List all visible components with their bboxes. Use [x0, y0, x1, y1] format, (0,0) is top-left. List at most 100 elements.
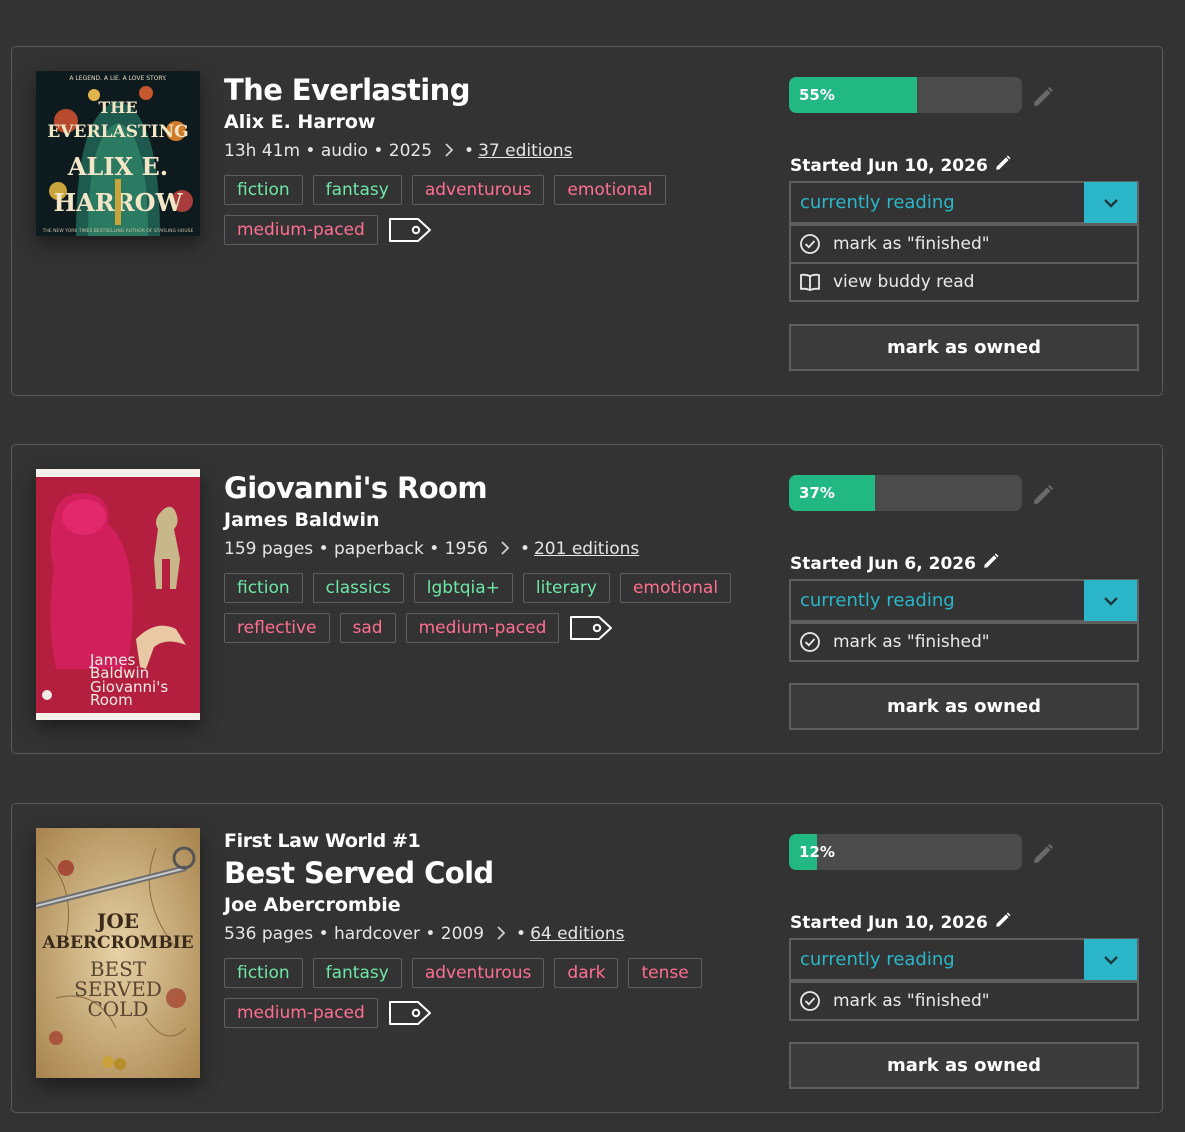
reading-panel: 12% Started Jun 10, 2026 currently readi… — [789, 834, 1139, 1089]
book-cover[interactable]: James Baldwin Giovanni's Room — [36, 469, 200, 720]
pencil-icon[interactable] — [1031, 85, 1055, 109]
status-select[interactable]: currently reading — [791, 939, 1137, 981]
genre-tag[interactable]: classics — [312, 573, 404, 603]
progress-label: 12% — [799, 843, 835, 861]
series-label[interactable]: First Law World #1 — [224, 830, 762, 852]
mood-tag[interactable]: adventurous — [411, 175, 545, 205]
tag-list: fiction classics lgbtqia+ literary emoti… — [224, 573, 769, 643]
reading-panel: 37% Started Jun 6, 2026 currently readin… — [789, 475, 1139, 730]
mood-tag[interactable]: dark — [554, 958, 619, 988]
cover-author-line: ALIX E. — [67, 152, 168, 181]
progress-bar[interactable]: 37% — [789, 475, 1022, 511]
pencil-icon[interactable] — [1031, 483, 1055, 507]
book-title[interactable]: The Everlasting — [224, 73, 762, 107]
mark-owned-button[interactable]: mark as owned — [789, 1042, 1139, 1089]
started-label: Started Jun 10, 2026 — [790, 155, 988, 176]
cover-art-best-served-cold: JOE ABERCROMBIE BEST SERVED COLD — [36, 828, 200, 1078]
pencil-icon[interactable] — [994, 911, 1012, 934]
mark-finished-option[interactable]: mark as "finished" — [791, 622, 1137, 660]
mark-finished-option[interactable]: mark as "finished" — [791, 981, 1137, 1019]
genre-tag[interactable]: fantasy — [312, 175, 402, 205]
book-info: First Law World #1 Best Served Cold Joe … — [224, 830, 762, 1028]
genre-tag[interactable]: fiction — [224, 958, 303, 988]
mood-tag[interactable]: reflective — [224, 613, 330, 643]
cover-footer: THE NEW YORK TIMES BESTSELLING AUTHOR OF… — [42, 228, 194, 234]
cover-art-everlasting: A LEGEND. A LIE. A LOVE STORY. THE EVERL… — [36, 71, 200, 236]
mood-tag[interactable]: medium-paced — [224, 998, 378, 1028]
book-format-info: 536 pages • hardcover • 2009 — [224, 924, 485, 944]
mark-finished-option[interactable]: mark as "finished" — [791, 224, 1137, 262]
option-label: view buddy read — [833, 272, 975, 292]
started-label: Started Jun 10, 2026 — [790, 912, 988, 933]
status-dropdown: currently reading mark as "finished" vie… — [789, 181, 1139, 302]
pencil-icon[interactable] — [1031, 842, 1055, 866]
book-meta: 536 pages • hardcover • 2009 • 64 editio… — [224, 924, 762, 944]
reading-panel: 55% Started Jun 10, 2026 currently readi… — [789, 77, 1139, 371]
book-author[interactable]: Alix E. Harrow — [224, 109, 762, 135]
mood-tag[interactable]: medium-paced — [224, 215, 378, 245]
cover-title-line: Room — [90, 691, 133, 709]
started-date: Started Jun 6, 2026 — [790, 552, 1000, 575]
bullet: • — [519, 539, 530, 559]
chevron-right-icon[interactable] — [444, 142, 454, 161]
genre-tag[interactable]: fiction — [224, 573, 303, 603]
mood-tag[interactable]: emotional — [619, 573, 732, 603]
status-dropdown: currently reading mark as "finished" — [789, 579, 1139, 662]
status-value: currently reading — [800, 949, 955, 970]
pencil-icon[interactable] — [982, 552, 1000, 575]
cover-author-line: ABERCROMBIE — [41, 933, 193, 953]
progress-bar[interactable]: 12% — [789, 834, 1022, 870]
book-title[interactable]: Giovanni's Room — [224, 471, 762, 505]
chevron-right-icon[interactable] — [500, 540, 510, 559]
mark-owned-button[interactable]: mark as owned — [789, 683, 1139, 730]
genre-tag[interactable]: lgbtqia+ — [413, 573, 513, 603]
mood-tag[interactable]: sad — [339, 613, 396, 643]
pencil-icon[interactable] — [994, 154, 1012, 177]
book-author[interactable]: Joe Abercrombie — [224, 892, 762, 918]
status-select[interactable]: currently reading — [791, 182, 1137, 224]
status-select[interactable]: currently reading — [791, 580, 1137, 622]
check-circle-icon — [800, 991, 820, 1011]
book-meta: 13h 41m • audio • 2025 • 37 editions — [224, 141, 762, 161]
tag-icon[interactable] — [569, 615, 613, 641]
mood-tag[interactable]: tense — [628, 958, 702, 988]
book-author[interactable]: James Baldwin — [224, 507, 762, 533]
bullet: • — [516, 924, 527, 944]
progress-label: 37% — [799, 484, 835, 502]
chevron-right-icon[interactable] — [496, 925, 506, 944]
mood-tag[interactable]: adventurous — [411, 958, 545, 988]
genre-tag[interactable]: literary — [522, 573, 610, 603]
view-buddy-read-option[interactable]: view buddy read — [791, 262, 1137, 300]
mark-owned-button[interactable]: mark as owned — [789, 324, 1139, 371]
book-card: A LEGEND. A LIE. A LOVE STORY. THE EVERL… — [11, 46, 1163, 396]
progress-bar[interactable]: 55% — [789, 77, 1022, 113]
tag-list: fiction fantasy adventurous emotional me… — [224, 175, 769, 245]
mood-tag[interactable]: emotional — [554, 175, 666, 205]
book-title[interactable]: Best Served Cold — [224, 856, 762, 890]
editions-link[interactable]: 201 editions — [534, 539, 639, 559]
editions-link[interactable]: 64 editions — [530, 924, 624, 944]
chevron-down-icon[interactable] — [1084, 580, 1137, 621]
genre-tag[interactable]: fantasy — [312, 958, 402, 988]
genre-tag[interactable]: fiction — [224, 175, 303, 205]
book-info: The Everlasting Alix E. Harrow 13h 41m •… — [224, 73, 762, 245]
cover-title-line: EVERLASTING — [47, 122, 188, 142]
book-meta: 159 pages • paperback • 1956 • 201 editi… — [224, 539, 762, 559]
book-cover[interactable]: JOE ABERCROMBIE BEST SERVED COLD — [36, 828, 200, 1078]
cover-tagline: A LEGEND. A LIE. A LOVE STORY. — [69, 75, 166, 82]
book-cover[interactable]: A LEGEND. A LIE. A LOVE STORY. THE EVERL… — [36, 71, 200, 236]
started-label: Started Jun 6, 2026 — [790, 553, 976, 574]
book-format-info: 13h 41m • audio • 2025 — [224, 141, 433, 161]
chevron-down-icon[interactable] — [1084, 182, 1137, 223]
cover-art-giovanni: James Baldwin Giovanni's Room — [36, 469, 200, 720]
book-info: Giovanni's Room James Baldwin 159 pages … — [224, 471, 762, 643]
status-value: currently reading — [800, 590, 955, 611]
chevron-down-icon[interactable] — [1084, 939, 1137, 980]
tag-icon[interactable] — [388, 217, 432, 243]
status-value: currently reading — [800, 192, 955, 213]
started-date: Started Jun 10, 2026 — [790, 911, 1012, 934]
editions-link[interactable]: 37 editions — [478, 141, 572, 161]
started-date: Started Jun 10, 2026 — [790, 154, 1012, 177]
tag-icon[interactable] — [388, 1000, 432, 1026]
mood-tag[interactable]: medium-paced — [405, 613, 560, 643]
